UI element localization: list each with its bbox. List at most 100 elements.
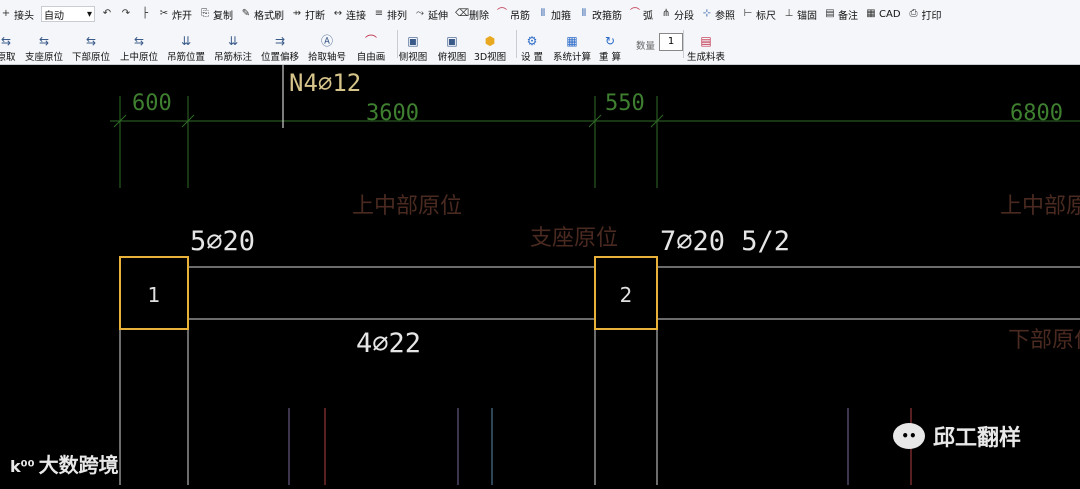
toolbar-note-button[interactable]: ▤ 备注 — [824, 7, 858, 22]
toolbar-format-button[interactable]: ✎ 格式刷 — [240, 7, 284, 22]
gen-label: 生成料表 — [686, 52, 725, 63]
toolbar-editstirrup-button[interactable]: ⦀ 改箍筋 — [578, 7, 622, 22]
ghost-bottom-right: 下部原位 — [1008, 328, 1080, 353]
arc-icon: ⌒ — [630, 8, 640, 19]
toolbar-offset-button[interactable]: ⇉ 位置偏移 — [260, 26, 300, 64]
redo-icon: ↷ — [121, 8, 131, 19]
toolbar-topview-button[interactable]: ▣ 俯视图 — [432, 26, 472, 64]
segment-label: 分段 — [674, 10, 694, 22]
toolbar-reference-button[interactable]: ⊹ 参照 — [701, 7, 735, 22]
toolbar-redo-button[interactable]: ↷ — [120, 8, 132, 20]
hangerdim-label: 吊筋标注 — [213, 52, 252, 63]
sideview-icon: ▣ — [407, 34, 419, 48]
toolbar-segment-button[interactable]: ⋔ 分段 — [660, 7, 694, 22]
toolbar-row-2: 数量 1 ⇆ 原取 ⇆ 支座原位 ⇆ 下部原位 ⇆ 上中原位 ⇊ 吊筋位置 ⇊ 吊筋标注 ⇉ 位置偏移 Ⓐ 拾… — [0, 26, 1080, 64]
note-icon: ▤ — [825, 8, 835, 19]
format-icon: ✎ — [241, 8, 251, 19]
chevron-down-icon: ▾ — [86, 8, 92, 20]
support-label: 支座原位 — [24, 52, 63, 63]
freedraw-icon: ⌒ — [364, 34, 377, 48]
quantity-label: 数量 — [636, 41, 656, 52]
toolbar-view3d-button[interactable]: ⬢ 3D视图 — [470, 26, 510, 64]
toolbar-hangerdim-button[interactable]: ⇊ 吊筋标注 — [213, 26, 253, 64]
topview-icon: ▣ — [446, 34, 458, 48]
ghost-support: 支座原位 — [530, 226, 618, 251]
toolbar-topmid-button[interactable]: ⇆ 上中原位 — [119, 26, 159, 64]
toolbar-break-button[interactable]: ⇸ 打断 — [291, 7, 325, 22]
column-1-label: 1 — [148, 283, 161, 307]
toolbar-settings-button[interactable]: ⚙ 设 置 — [512, 26, 552, 64]
toolbar-dim-button[interactable]: ├ — [139, 8, 151, 20]
toolbar-gen-button[interactable]: ▤ 生成料表 — [686, 26, 726, 64]
top-left-rebar-label[interactable]: 5⌀20 — [190, 226, 255, 257]
calc-label: 系统计算 — [552, 52, 591, 63]
freedraw-label: 自由画 — [356, 52, 386, 63]
top-right-rebar-label[interactable]: 7⌀20 5/2 — [660, 226, 790, 257]
watermark-logo-icon: k⁰⁰ — [10, 457, 35, 476]
toolbar-bottom-button[interactable]: ⇆ 下部原位 — [71, 26, 111, 64]
ruler-label: 标尺 — [756, 10, 776, 22]
toolbar-arrange-button[interactable]: ≡ 排列 — [373, 7, 407, 22]
orig-icon: ⇆ — [0, 34, 12, 48]
joint-label: 接头 — [14, 10, 34, 22]
undo-icon: ↶ — [102, 8, 112, 19]
toolbar-undo-button[interactable]: ↶ — [101, 8, 113, 20]
joint-icon: + — [1, 8, 11, 19]
connect-label: 连接 — [346, 10, 366, 22]
toolbar-row-1: + 接头 自动 ▾ ↶ ↷ ├ ✂ 炸开 ⎘ 复制 ✎ 格式刷 ⇸ 打断 ↔ 连接 ≡ 排列 ⤳ 延伸 ⌫ 删除 ⌒ 吊筋 ⦀ 加箍… — [0, 4, 1080, 24]
arc-label: 弧 — [643, 10, 653, 22]
toolbar-copy-button[interactable]: ⎘ 复制 — [199, 7, 233, 22]
bottom-icon: ⇆ — [85, 34, 97, 48]
extend-label: 延伸 — [428, 10, 448, 22]
hangerpos-label: 吊筋位置 — [166, 52, 205, 63]
copy-label: 复制 — [213, 10, 233, 22]
cad-icon: ▦ — [866, 8, 876, 19]
toolbar-anchor-button[interactable]: ⊥ 锚固 — [783, 7, 817, 22]
toolbar-recalc-button[interactable]: ↻ 重 算 — [590, 26, 630, 64]
cad-label: CAD — [879, 8, 901, 20]
rebar-label-n: N4⌀12 — [289, 69, 361, 97]
toolbar-arc-button[interactable]: ⌒ 弧 — [629, 7, 653, 22]
delete-label: 删除 — [469, 10, 489, 22]
topview-label: 俯视图 — [437, 52, 467, 63]
toolbar-cad-button[interactable]: ▦ CAD — [865, 8, 901, 20]
view3d-label: 3D视图 — [473, 52, 507, 63]
toolbar-print-button[interactable]: ⎙ 打印 — [908, 7, 942, 22]
toolbar-ruler-button[interactable]: ⊢ 标尺 — [742, 7, 776, 22]
addstirrup-label: 加箍 — [551, 10, 571, 22]
recalc-label: 重 算 — [598, 52, 622, 63]
view3d-icon: ⬢ — [484, 34, 496, 48]
pickaxis-icon: Ⓐ — [320, 34, 333, 48]
mode-select[interactable]: 自动 ▾ — [41, 6, 95, 22]
quantity-input[interactable]: 1 — [659, 33, 683, 51]
drawing-canvas[interactable]: N4⌀12 600 3600 550 6800 上中部原位 支座原位 上中部原位… — [0, 64, 1080, 485]
toolbar-freedraw-button[interactable]: ⌒ 自由画 — [351, 26, 391, 64]
toolbar-hangerpos-button[interactable]: ⇊ 吊筋位置 — [166, 26, 206, 64]
toolbar-orig-button[interactable]: ⇆ 原取 — [0, 26, 26, 64]
editstirrup-label: 改箍筋 — [592, 10, 622, 22]
toolbar-calc-button[interactable]: ▦ 系统计算 — [552, 26, 592, 64]
hanger-label: 吊筋 — [510, 10, 530, 22]
gen-icon: ▤ — [700, 34, 712, 48]
bottom-rebar-label[interactable]: 4⌀22 — [356, 328, 421, 359]
support-icon: ⇆ — [38, 34, 50, 48]
reference-label: 参照 — [715, 10, 735, 22]
copy-icon: ⎘ — [201, 8, 209, 19]
toolbar-addstirrup-button[interactable]: ⦀ 加箍 — [537, 7, 571, 22]
topmid-icon: ⇆ — [133, 34, 145, 48]
toolbar-hanger-button[interactable]: ⌒ 吊筋 — [496, 7, 530, 22]
toolbar-separator — [516, 30, 517, 58]
toolbar-pickaxis-button[interactable]: Ⓐ 拾取轴号 — [307, 26, 347, 64]
toolbar-delete-button[interactable]: ⌫ 删除 — [455, 7, 489, 22]
toolbar-support-button[interactable]: ⇆ 支座原位 — [24, 26, 64, 64]
explode-label: 炸开 — [172, 10, 192, 22]
pickaxis-label: 拾取轴号 — [307, 52, 346, 63]
calc-icon: ▦ — [566, 34, 578, 48]
toolbar-connect-button[interactable]: ↔ 连接 — [332, 7, 366, 22]
dim-6800: 6800 — [1010, 101, 1063, 126]
toolbar-sideview-button[interactable]: ▣ 侧视图 — [393, 26, 433, 64]
toolbar-joint-button[interactable]: + 接头 — [0, 7, 34, 22]
wechat-icon: •• — [893, 423, 925, 449]
toolbar-extend-button[interactable]: ⤳ 延伸 — [414, 7, 448, 22]
toolbar-explode-button[interactable]: ✂ 炸开 — [158, 7, 192, 22]
